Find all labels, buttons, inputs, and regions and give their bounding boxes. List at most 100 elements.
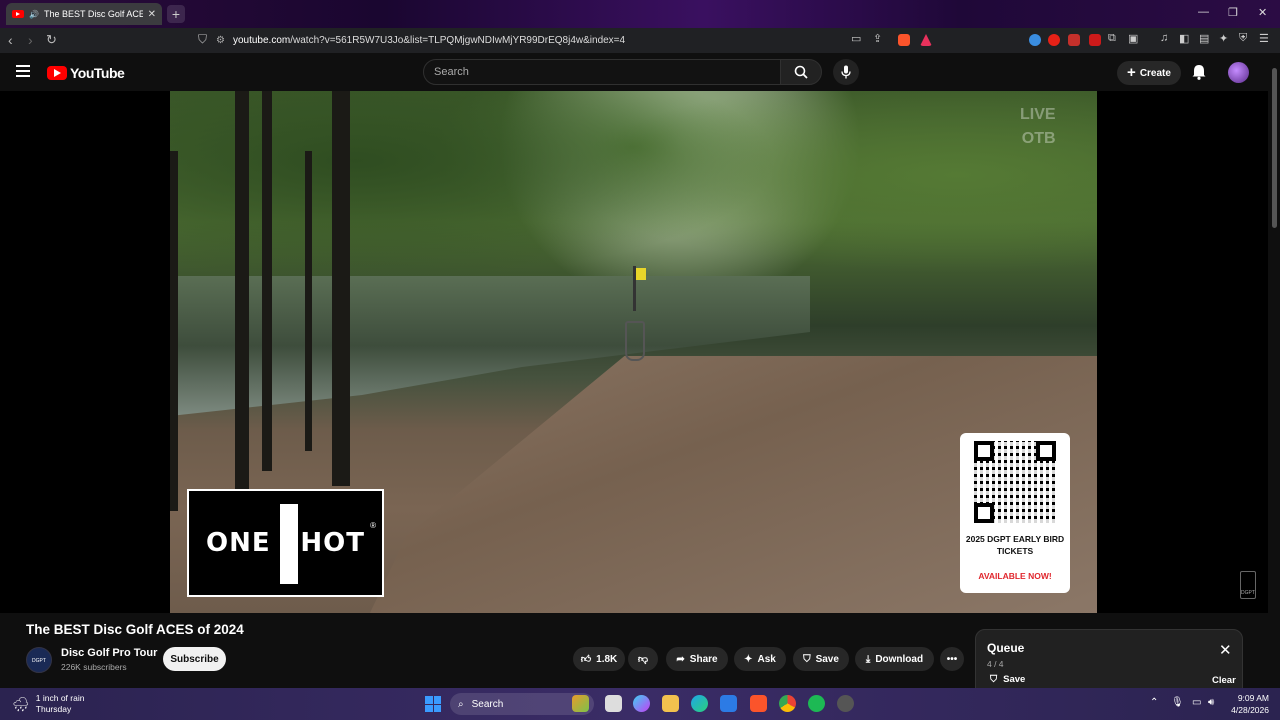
guide-menu-icon[interactable] <box>16 65 30 77</box>
file-explorer-icon[interactable] <box>662 695 679 712</box>
extension-red-icon[interactable] <box>1048 34 1060 46</box>
extension-video-icon[interactable] <box>1068 34 1080 46</box>
ticket-qr-card: 2025 DGPT EARLY BIRD TICKETS AVAILABLE N… <box>960 433 1070 593</box>
forward-icon[interactable]: › <box>28 32 33 48</box>
show-hidden-icons[interactable]: ⌃ <box>1150 697 1158 708</box>
youtube-masthead: YouTube Search + Create <box>0 53 1280 91</box>
search-placeholder: Search <box>434 66 469 78</box>
taskbar-search-label: Search <box>471 698 504 710</box>
bookmark-save-icon: ⛉ <box>803 653 811 665</box>
weather-widget[interactable]: 🌧︎ 1 inch of rain Thursday <box>12 693 84 715</box>
close-window-button[interactable]: ✕ <box>1258 6 1267 19</box>
create-label: Create <box>1139 67 1171 79</box>
sponsor-one-bar <box>277 501 301 587</box>
clear-queue-button[interactable]: Clear <box>1212 675 1236 686</box>
video-player[interactable]: LIVE OTB ONE SHOT ® 2025 DGPT EARLY BIRD… <box>0 91 1268 613</box>
sidebar-icon[interactable]: ◧ <box>1179 32 1189 45</box>
share-button[interactable]: ➦ Share <box>666 647 728 671</box>
app-icon[interactable] <box>837 695 854 712</box>
watermark-line-1: LIVE <box>1020 106 1056 123</box>
store-icon[interactable] <box>720 695 737 712</box>
brave-shields-icon[interactable] <box>898 34 910 46</box>
channel-avatar[interactable]: DGPT <box>26 647 52 673</box>
new-tab-button[interactable]: + <box>167 5 185 23</box>
save-queue-button[interactable]: ⛉ Save <box>990 674 1025 685</box>
browser-toolbar: ‹ › ↻ ⛉ ⚙ youtube.com /watch?v=561R5W7U3… <box>0 28 1280 53</box>
dislike-button[interactable]: 👎︎ <box>628 647 658 671</box>
extension-youtube-icon[interactable] <box>1089 34 1101 46</box>
edge-icon[interactable] <box>691 695 708 712</box>
volume-icon[interactable]: 🔊︎ <box>1208 697 1214 708</box>
queue-panel: Queue 4 / 4 ✕ ⛉ Save Clear <box>975 629 1243 689</box>
extension-puzzle-icon[interactable]: ⧉ <box>1108 32 1116 45</box>
start-button[interactable] <box>425 696 441 712</box>
bell-icon <box>1192 65 1206 80</box>
spotify-icon[interactable] <box>808 695 825 712</box>
video-frame[interactable]: LIVE OTB ONE SHOT ® 2025 DGPT EARLY BIRD… <box>170 91 1097 613</box>
tab-title: The BEST Disc Golf ACES of 20 <box>43 9 143 19</box>
maximize-window-button[interactable]: ❐ <box>1228 6 1238 19</box>
account-avatar[interactable] <box>1228 62 1249 83</box>
ask-label: Ask <box>757 653 776 665</box>
taskbar-clock[interactable]: 9:09 AM 4/28/2026 <box>1225 692 1269 716</box>
more-horizontal-icon: ••• <box>946 653 958 665</box>
microphone-tray-icon[interactable]: 🎙︎ <box>1171 697 1184 708</box>
speaker-icon[interactable]: 🔊 <box>29 10 39 19</box>
reload-icon[interactable]: ↻ <box>46 32 57 48</box>
copilot-icon[interactable] <box>633 695 650 712</box>
browser-tab-strip: 🔊 The BEST Disc Golf ACES of 20 ✕ + — ❐ … <box>0 0 1280 28</box>
youtube-play-icon <box>47 66 67 80</box>
menu-icon[interactable]: ☰ <box>1259 32 1269 45</box>
music-icon[interactable]: ♫ <box>1160 32 1168 44</box>
weather-line-2: Thursday <box>35 704 72 714</box>
notifications-button[interactable] <box>1192 64 1206 85</box>
address-bar[interactable]: ⚙ youtube.com /watch?v=561R5W7U3Jo&list=… <box>216 31 936 50</box>
task-view-icon[interactable] <box>605 695 622 712</box>
extension-square-icon[interactable]: ▣ <box>1128 32 1138 45</box>
cast-icon[interactable]: ▭ <box>851 32 861 45</box>
sponsor-registered-mark: ® <box>370 521 376 530</box>
url-path: /watch?v=561R5W7U3Jo&list=TLPQMjgwNDIwMj… <box>290 35 626 46</box>
sparkle-icon: ✦ <box>744 653 753 665</box>
rain-cloud-icon: 🌧︎ <box>12 695 30 712</box>
close-queue-icon[interactable]: ✕ <box>1219 643 1232 658</box>
extension-blue-icon[interactable] <box>1029 34 1041 46</box>
share-page-icon[interactable]: ⇪ <box>873 32 882 45</box>
channel-name[interactable]: Disc Golf Pro Tour <box>61 647 157 659</box>
youtube-logo[interactable]: YouTube <box>47 65 125 81</box>
chrome-icon[interactable] <box>779 695 796 712</box>
save-button[interactable]: ⛉ Save <box>793 647 849 671</box>
video-title: The BEST Disc Golf ACES of 2024 <box>26 622 244 637</box>
minimize-window-button[interactable]: — <box>1198 6 1209 18</box>
voice-search-button[interactable] <box>833 59 859 85</box>
download-button[interactable]: ⤓ Download <box>855 647 934 671</box>
queue-title: Queue <box>987 641 1025 655</box>
dgpt-corner-badge: DGPT <box>1240 571 1256 599</box>
bookmark-icon[interactable]: ⛉ <box>198 32 207 47</box>
brave-browser-icon[interactable] <box>750 695 767 712</box>
tree-trunk <box>235 91 249 491</box>
browser-tab-active[interactable]: 🔊 The BEST Disc Golf ACES of 20 ✕ <box>6 3 162 25</box>
back-icon[interactable]: ‹ <box>8 32 13 48</box>
search-icon <box>794 65 808 79</box>
search-input[interactable]: Search <box>423 59 781 85</box>
search-button[interactable] <box>780 59 822 85</box>
wallet-icon[interactable]: ▤ <box>1199 32 1209 45</box>
create-button[interactable]: + Create <box>1117 61 1181 85</box>
site-info-icon[interactable]: ⚙ <box>216 35 225 46</box>
url-host: youtube.com <box>232 35 291 46</box>
close-tab-icon[interactable]: ✕ <box>148 9 156 20</box>
download-icon: ⤓ <box>865 653 871 665</box>
more-actions-button[interactable]: ••• <box>940 647 964 671</box>
vpn-icon[interactable]: ⛨ <box>1239 32 1247 45</box>
scrollbar-thumb[interactable] <box>1272 68 1277 228</box>
youtube-favicon-icon <box>12 10 24 18</box>
widgets-icon[interactable] <box>572 695 589 712</box>
network-icon[interactable]: ▭ <box>1192 697 1201 708</box>
one-shot-sponsor-logo: ONE SHOT ® <box>187 489 384 597</box>
page-scrollbar[interactable] <box>1270 56 1278 688</box>
leo-ai-icon[interactable]: ✦ <box>1219 32 1228 45</box>
subscribe-button[interactable]: Subscribe <box>163 647 226 671</box>
ask-button[interactable]: ✦ Ask <box>734 647 786 671</box>
like-button[interactable]: 👍︎ 1.8K <box>573 647 625 671</box>
